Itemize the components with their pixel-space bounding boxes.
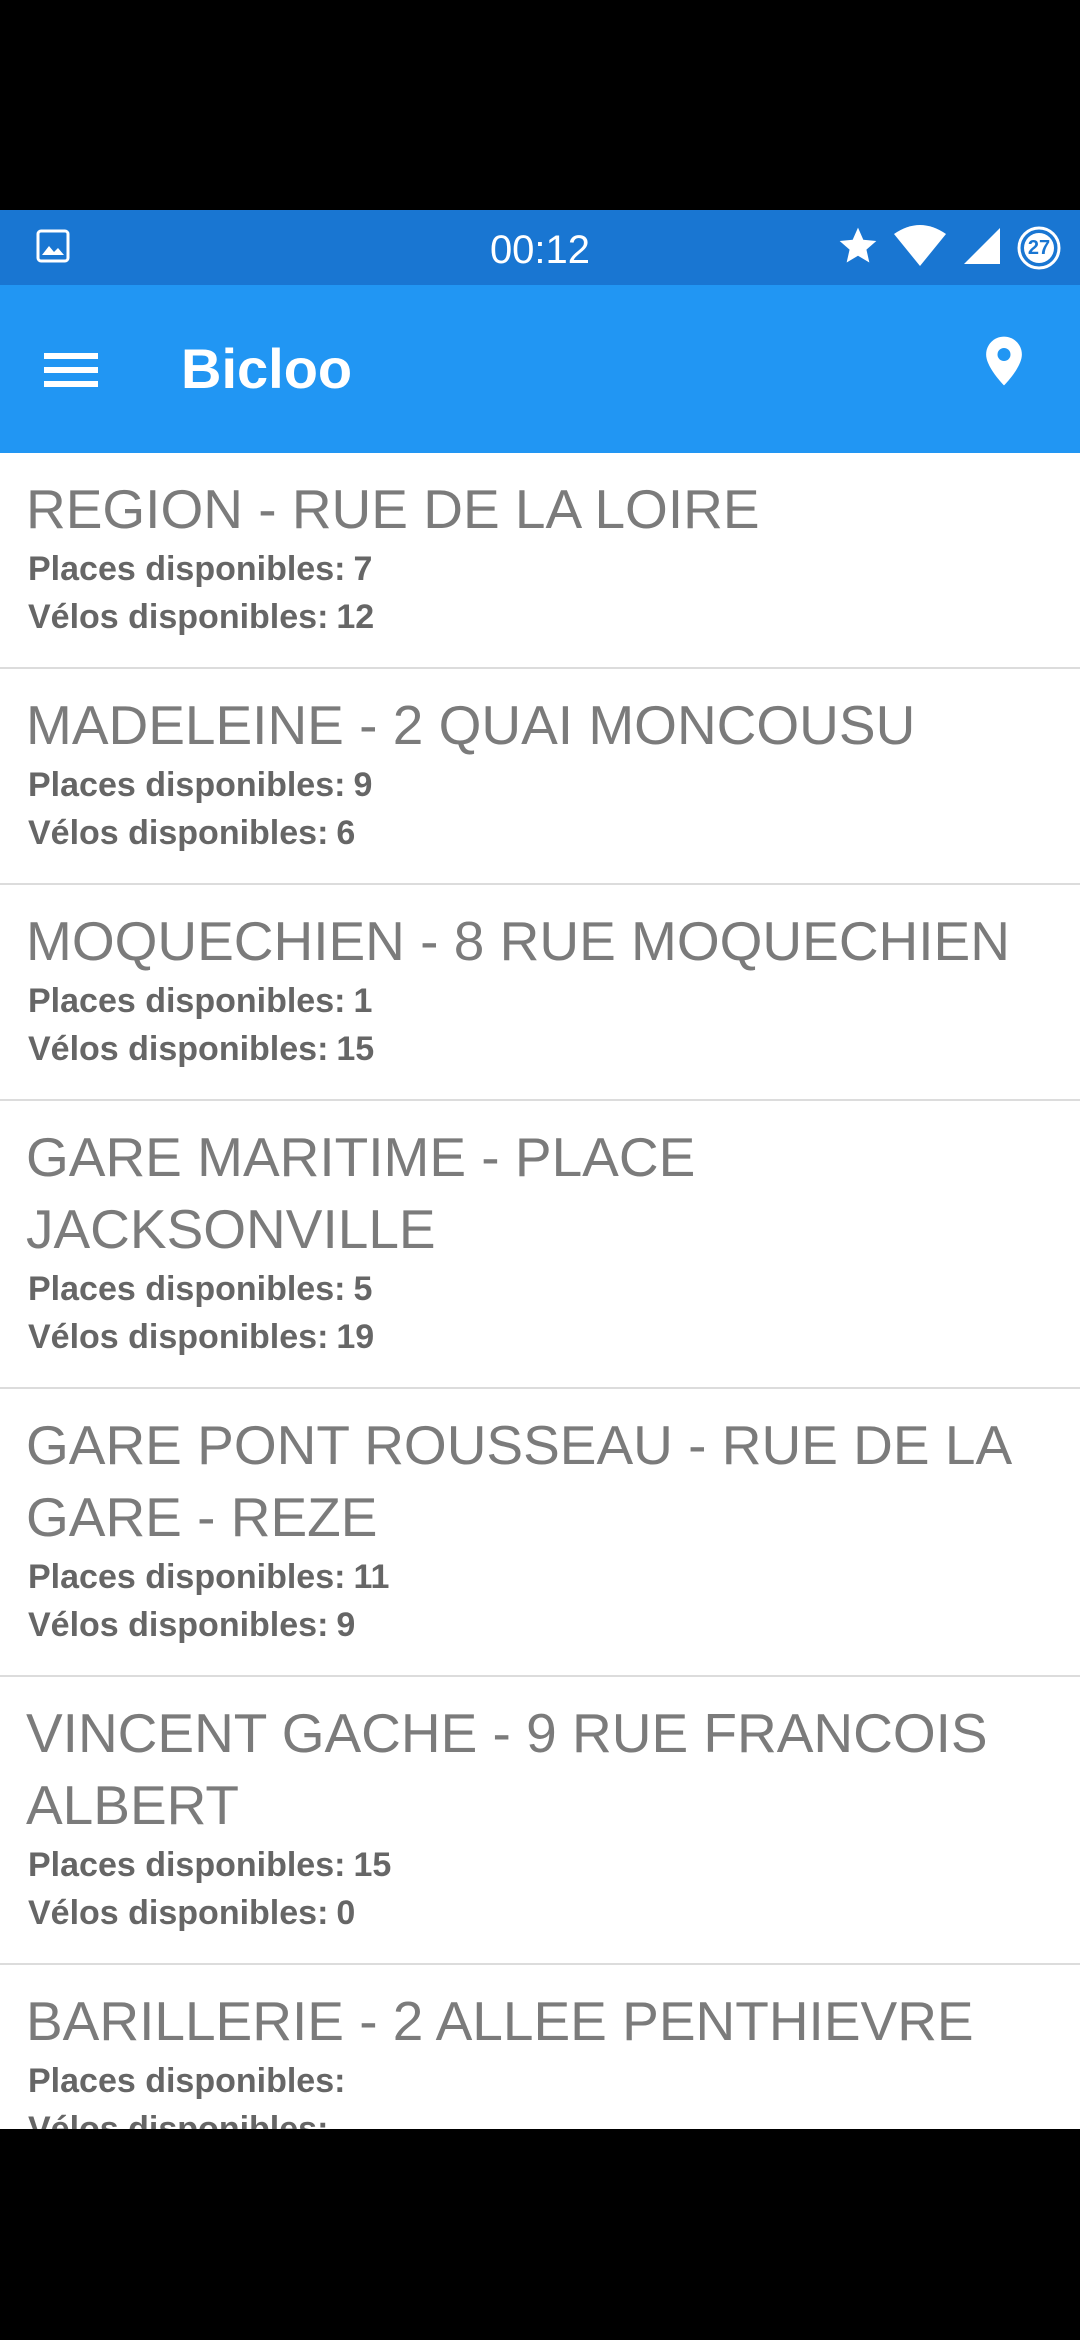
velos-line: Vélos disponibles: 0 <box>26 1889 1054 1937</box>
velos-label: Vélos disponibles: <box>28 1606 329 1644</box>
location-button[interactable] <box>984 335 1034 391</box>
notification-count: 27 <box>1027 237 1051 259</box>
station-name: GARE PONT ROUSSEAU - RUE DE LA GARE - RE… <box>26 1414 1010 1548</box>
station-item[interactable]: BARILLERIE - 2 ALLEE PENTHIEVRE Places d… <box>0 1965 1080 2129</box>
velos-value: 19 <box>336 1318 375 1356</box>
station-name: MOQUECHIEN - 8 RUE MOQUECHIEN <box>26 910 1010 972</box>
app-title: Bicloo <box>181 337 353 400</box>
velos-value: 12 <box>336 598 375 636</box>
places-line: Places disponibles: 11 <box>26 1553 1054 1601</box>
velos-line: Vélos disponibles: 9 <box>26 1601 1054 1649</box>
station-item[interactable]: GARE MARITIME - PLACE JACKSONVILLE Place… <box>0 1101 1080 1389</box>
velos-line: Vélos disponibles: <box>26 2105 1054 2129</box>
phone-screen: 00:12 27 Bicloo REGION - RUE DE LA LOIRE… <box>0 0 1080 2340</box>
station-list[interactable]: REGION - RUE DE LA LOIRE Places disponib… <box>0 453 1080 2129</box>
places-line: Places disponibles: 5 <box>26 1265 1054 1313</box>
velos-label: Vélos disponibles: <box>28 1318 329 1356</box>
velos-label: Vélos disponibles: <box>28 1894 329 1932</box>
velos-value: 15 <box>336 1030 375 1068</box>
station-name: BARILLERIE - 2 ALLEE PENTHIEVRE <box>26 1990 974 2052</box>
places-value: 11 <box>353 1558 390 1596</box>
places-value: 1 <box>353 982 373 1020</box>
places-label: Places disponibles: <box>28 982 346 1020</box>
places-line: Places disponibles: 1 <box>26 977 1054 1025</box>
station-name: REGION - RUE DE LA LOIRE <box>26 478 760 540</box>
velos-label: Vélos disponibles: <box>28 814 329 852</box>
station-item[interactable]: GARE PONT ROUSSEAU - RUE DE LA GARE - RE… <box>0 1389 1080 1677</box>
station-item[interactable]: REGION - RUE DE LA LOIRE Places disponib… <box>0 453 1080 669</box>
places-label: Places disponibles: <box>28 1270 346 1308</box>
places-line: Places disponibles: 9 <box>26 761 1054 809</box>
velos-line: Vélos disponibles: 19 <box>26 1313 1054 1361</box>
velos-label: Vélos disponibles: <box>28 1030 329 1068</box>
status-bar: 00:12 27 <box>0 210 1080 285</box>
velos-value: 6 <box>336 814 356 852</box>
places-label: Places disponibles: <box>28 766 346 804</box>
velos-line: Vélos disponibles: 12 <box>26 593 1054 641</box>
places-label: Places disponibles: <box>28 1558 346 1596</box>
places-value: 15 <box>353 1846 392 1884</box>
station-name: GARE MARITIME - PLACE JACKSONVILLE <box>26 1126 696 1260</box>
station-item[interactable]: MOQUECHIEN - 8 RUE MOQUECHIEN Places dis… <box>0 885 1080 1101</box>
menu-button[interactable] <box>42 339 126 399</box>
places-label: Places disponibles: <box>28 1846 346 1884</box>
signal-icon <box>960 224 1004 273</box>
places-label: Places disponibles: <box>28 2062 346 2100</box>
star-icon <box>836 224 880 273</box>
status-icons: 27 <box>836 224 1062 272</box>
places-line: Places disponibles: <box>26 2057 1054 2105</box>
wifi-icon <box>892 224 948 273</box>
velos-value: 9 <box>336 1606 356 1644</box>
station-item[interactable]: MADELEINE - 2 QUAI MONCOUSU Places dispo… <box>0 669 1080 885</box>
velos-label: Vélos disponibles: <box>28 2110 329 2129</box>
station-name: VINCENT GACHE - 9 RUE FRANCOIS ALBERT <box>26 1702 988 1836</box>
places-line: Places disponibles: 15 <box>26 1841 1054 1889</box>
location-pin-icon <box>984 336 1024 391</box>
places-value: 7 <box>353 550 373 588</box>
velos-label: Vélos disponibles: <box>28 598 329 636</box>
station-name: MADELEINE - 2 QUAI MONCOUSU <box>26 694 916 756</box>
places-value: 5 <box>353 1270 373 1308</box>
velos-value: 0 <box>336 1894 356 1932</box>
velos-line: Vélos disponibles: 15 <box>26 1025 1054 1073</box>
places-line: Places disponibles: 7 <box>26 545 1054 593</box>
app-bar: Bicloo <box>0 285 1080 453</box>
notification-badge-icon: 27 <box>1016 225 1062 271</box>
station-item[interactable]: VINCENT GACHE - 9 RUE FRANCOIS ALBERT Pl… <box>0 1677 1080 1965</box>
places-value: 9 <box>353 766 373 804</box>
places-label: Places disponibles: <box>28 550 346 588</box>
velos-line: Vélos disponibles: 6 <box>26 809 1054 857</box>
menu-icon <box>42 353 102 403</box>
